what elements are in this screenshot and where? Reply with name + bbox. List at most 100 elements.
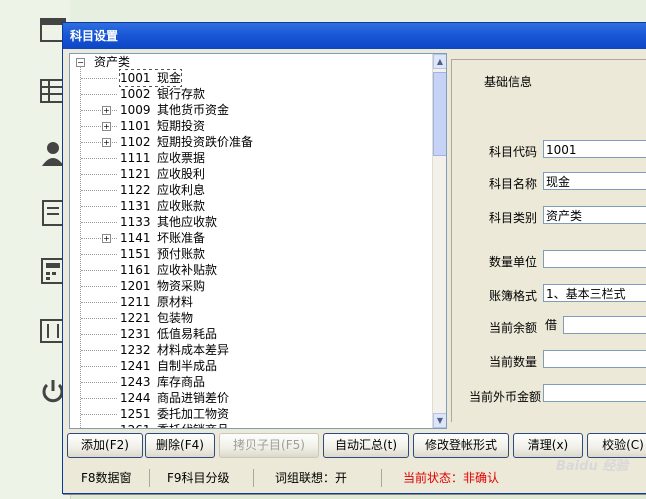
expand-icon[interactable]: + [102,122,111,131]
status-f8: F8数据窗 [81,471,132,485]
scroll-thumb[interactable] [433,72,446,156]
auto-summary-button[interactable]: 自动汇总(t) [323,433,409,458]
foreign-amount-label: 当前外币金额 [468,390,541,404]
tree-item[interactable]: 1101 短期投资 [120,118,205,134]
dialog-title[interactable]: 科目设置 [63,23,646,49]
account-name-field[interactable]: 现金 [543,172,646,190]
account-name: 预付账款 [157,247,206,261]
account-code: 1121 [120,167,151,181]
tree-item-label: 1231 低值易耗品 [120,327,217,341]
account-code: 1244 [120,391,151,405]
account-name: 包装物 [157,311,194,325]
tree-root-label: 资产类 [94,55,131,69]
foreign-amount-field[interactable] [543,384,646,402]
quantity-unit-field[interactable] [543,250,646,268]
tree-root[interactable]: 资产类 [94,54,130,70]
tree-item[interactable]: 1261委托代销商品 [120,422,229,428]
tree-item[interactable]: 1122 应收利息 [120,182,205,198]
tree-connector-line [81,286,117,287]
tree-item[interactable]: 1201 物资采购 [120,278,205,294]
account-code: 1002 [120,87,151,101]
tree-connector-line [81,110,117,111]
background-toolbar [70,0,646,22]
tree-item[interactable]: 1102 短期投资跌价准备 [120,134,253,150]
copy-subaccount-button[interactable]: 拷贝子目(F5) [219,433,319,458]
tree-connector-line [81,270,117,271]
account-name: 材料成本差异 [157,343,230,357]
tree-item-label: 1243 库存商品 [120,375,205,389]
tree-item-label: 1251 委托加工物资 [120,407,229,421]
tree-connector-line [81,126,117,127]
tree-connector-line [81,334,117,335]
tree-item-label: 1244 商品进销差价 [120,391,229,405]
expand-icon[interactable]: + [102,106,111,115]
tree-item-label: 1121 应收股利 [120,167,205,181]
tree-item[interactable]: 1243 库存商品 [120,374,205,390]
tree-item[interactable]: 1001 现金 [118,70,183,86]
account-code: 1141 [120,231,151,245]
tree-item[interactable]: 1241 自制半成品 [120,358,217,374]
tree-item-label: 1141 坏账准备 [120,231,205,245]
current-balance-field[interactable] [563,316,646,334]
tree-connector-line [81,238,117,239]
tree-item[interactable]: 1221 包装物 [120,310,193,326]
tree-item-label: 1211 原材料 [120,295,193,309]
account-category-label: 科目类别 [488,211,537,225]
account-code: 1101 [120,119,151,133]
expand-icon[interactable]: + [102,138,111,147]
tree-connector-line [81,350,117,351]
current-balance-label: 当前余额 [488,321,537,335]
account-name: 库存商品 [157,375,206,389]
expand-icon[interactable]: + [102,234,111,243]
tree-item-label: 1111 应收票据 [120,151,205,165]
account-code: 1161 [120,263,151,277]
account-code: 1133 [120,215,151,229]
current-quantity-field[interactable] [543,350,646,368]
ledger-format-select[interactable]: 1、基本三栏式 [543,284,646,302]
scroll-down-icon[interactable]: ▼ [433,413,446,428]
tree-item[interactable]: 1131 应收账款 [120,198,205,214]
account-code: 1261 [120,422,157,428]
tree-item-label: 1102 短期投资跌价准备 [120,135,253,149]
tree-item-label: 1151 预付账款 [120,247,205,261]
tree-item[interactable]: 1251 委托加工物资 [120,406,229,422]
account-code: 1251 [120,407,151,421]
tree-item[interactable]: 1133 其他应收款 [120,214,217,230]
account-name: 委托加工物资 [157,407,230,421]
status-association: 词组联想：开 [275,471,348,485]
account-code: 1232 [120,343,151,357]
tree-item[interactable]: 1009 其他货币资金 [120,102,229,118]
tree-item[interactable]: 1244 商品进销差价 [120,390,229,406]
tree-connector-line [81,78,117,79]
tree-item[interactable]: 1111 应收票据 [120,150,205,166]
tree-item[interactable]: 1151 预付账款 [120,246,205,262]
tree-item[interactable]: 1161 应收补贴款 [120,262,217,278]
account-name: 短期投资 [157,119,206,133]
tree-item-label: 1101 短期投资 [120,119,205,133]
modify-ledger-format-button[interactable]: 修改登帐形式 [413,433,509,458]
account-code: 1151 [120,247,151,261]
tree-item[interactable]: 1121 应收股利 [120,166,205,182]
account-code: 1131 [120,199,151,213]
tree-item[interactable]: 1141 坏账准备 [120,230,205,246]
tree-item-label: 1009 其他货币资金 [120,103,229,117]
ledger-format-label: 账簿格式 [488,289,537,303]
account-tree[interactable]: − 资产类 1001 现金 1002 银行存款 +1009 其他货币资金 +1101 短期投资… [69,53,447,429]
tree-connector-line [81,142,117,143]
add-button[interactable]: 添加(F2) [67,433,143,458]
quantity-unit-label: 数量单位 [488,255,537,269]
tree-connector-line [80,66,81,428]
account-code-field[interactable]: 1001 [543,140,646,158]
account-code: 1211 [120,295,151,309]
scroll-up-icon[interactable]: ▲ [433,54,446,69]
tree-item[interactable]: 1002 银行存款 [120,86,205,102]
account-name: 应收利息 [157,183,206,197]
delete-button[interactable]: 删除(F4) [145,433,215,458]
tree-item[interactable]: 1231 低值易耗品 [120,326,217,342]
tree-connector-line [81,318,117,319]
account-category-field[interactable]: 资产类 [543,206,646,224]
tree-item[interactable]: 1232 材料成本差异 [120,342,229,358]
account-name: 应收账款 [157,199,206,213]
tree-item[interactable]: 1211 原材料 [120,294,193,310]
tree-scrollbar[interactable]: ▲ ▼ [432,54,446,428]
